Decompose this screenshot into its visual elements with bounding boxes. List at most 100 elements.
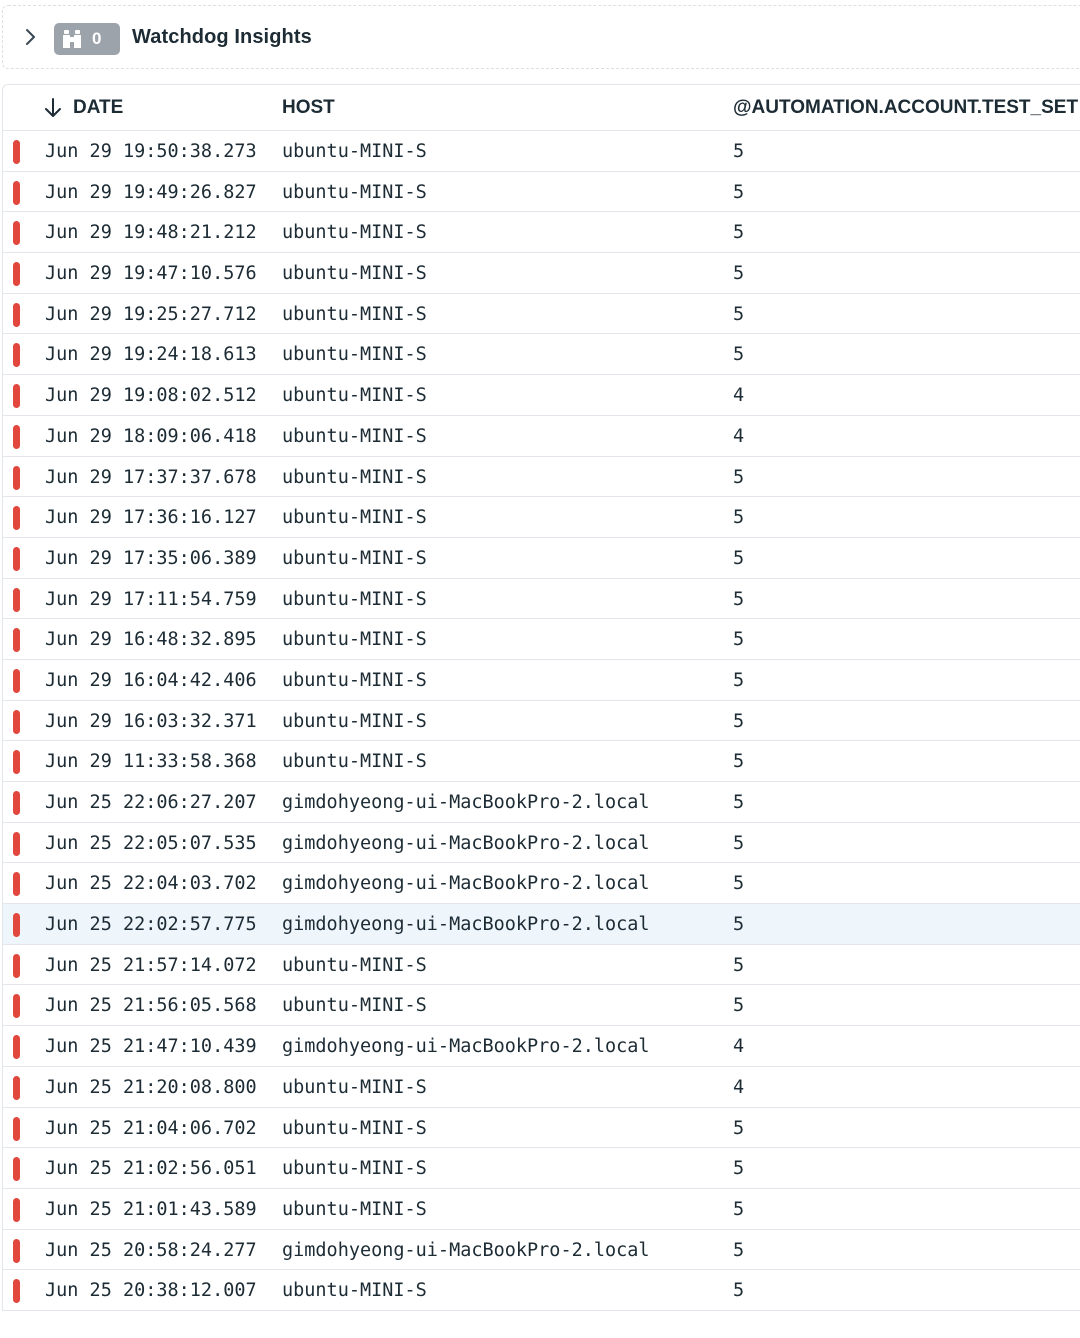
table-row[interactable]: Jun 29 16:48:32.895 ubuntu-MINI-S 5: [3, 619, 1080, 660]
cell-date: Jun 25 21:57:14.072: [45, 954, 257, 976]
cell-host: ubuntu-MINI-S: [282, 547, 427, 569]
table-row[interactable]: Jun 25 22:05:07.535 gimdohyeong-ui-MacBoo…: [3, 823, 1080, 864]
status-error-indicator: [13, 1197, 20, 1222]
column-header-host[interactable]: HOST: [282, 97, 335, 119]
watchdog-insights-bar[interactable]: 0 Watchdog Insights: [2, 5, 1080, 69]
table-row[interactable]: Jun 25 20:38:12.007 ubuntu-MINI-S 5: [3, 1270, 1080, 1311]
status-error-indicator: [13, 302, 20, 327]
cell-test-set: 4: [733, 385, 745, 407]
table-row[interactable]: Jun 25 21:01:43.589 ubuntu-MINI-S 5: [3, 1189, 1080, 1230]
table-row[interactable]: Jun 29 19:25:27.712 ubuntu-MINI-S 5: [3, 294, 1080, 335]
cell-host: ubuntu-MINI-S: [282, 141, 427, 162]
table-row[interactable]: Jun 29 18:09:06.418 ubuntu-MINI-S 4: [3, 416, 1080, 457]
cell-test-set: 5: [733, 141, 745, 162]
cell-host: ubuntu-MINI-S: [282, 995, 427, 1017]
status-error-indicator: [13, 1279, 20, 1304]
cell-date: Jun 29 19:48:21.212: [45, 222, 257, 244]
table-row[interactable]: Jun 29 17:36:16.127 ubuntu-MINI-S 5: [3, 497, 1080, 538]
cell-host: gimdohyeong-ui-MacBookPro-2.local: [282, 1239, 650, 1261]
status-error-indicator: [13, 384, 20, 409]
table-row[interactable]: Jun 25 21:56:05.568 ubuntu-MINI-S 5: [3, 985, 1080, 1027]
cell-host: ubuntu-MINI-S: [282, 954, 427, 976]
chevron-right-icon[interactable]: [20, 27, 40, 47]
cell-test-set: 5: [733, 303, 745, 325]
cell-test-set: 5: [733, 1117, 745, 1139]
table-row[interactable]: Jun 29 11:33:58.368 ubuntu-MINI-S 5: [3, 741, 1080, 782]
status-error-indicator: [13, 709, 20, 734]
status-error-indicator: [13, 262, 20, 287]
table-row[interactable]: Jun 25 21:02:56.051 ubuntu-MINI-S 5: [3, 1148, 1080, 1189]
status-error-indicator: [13, 1238, 20, 1263]
cell-date: Jun 25 21:02:56.051: [45, 1158, 257, 1180]
table-row[interactable]: Jun 29 19:08:02.512 ubuntu-MINI-S 4: [3, 375, 1080, 416]
cell-host: ubuntu-MINI-S: [282, 303, 427, 325]
status-error-indicator: [13, 994, 20, 1019]
column-header-date[interactable]: DATE: [43, 97, 123, 119]
table-row[interactable]: Jun 25 22:02:57.775 gimdohyeong-ui-MacBoo…: [3, 904, 1080, 945]
table-row[interactable]: Jun 29 19:24:18.613 ubuntu-MINI-S 5: [3, 334, 1080, 376]
cell-date: Jun 29 18:09:06.418: [45, 425, 257, 447]
cell-host: ubuntu-MINI-S: [282, 222, 427, 244]
column-header-test-set[interactable]: @AUTOMATION.ACCOUNT.TEST_SET: [733, 97, 1078, 119]
table-row[interactable]: Jun 29 19:48:21.212 ubuntu-MINI-S 5: [3, 212, 1080, 254]
table-row[interactable]: Jun 29 16:04:42.406 ubuntu-MINI-S 5: [3, 660, 1080, 701]
cell-test-set: 5: [733, 914, 745, 936]
status-error-indicator: [13, 668, 20, 693]
cell-test-set: 5: [733, 344, 745, 366]
cell-host: ubuntu-MINI-S: [282, 181, 427, 203]
status-error-indicator: [13, 506, 20, 531]
table-row[interactable]: Jun 25 21:20:08.800 ubuntu-MINI-S 4: [3, 1067, 1080, 1108]
insights-title: Watchdog Insights: [132, 26, 312, 48]
table-row[interactable]: Jun 29 19:50:38.273 ubuntu-MINI-S 5: [3, 131, 1080, 172]
status-error-indicator: [13, 140, 20, 164]
cell-test-set: 5: [733, 1198, 745, 1220]
table-row[interactable]: Jun 25 21:57:14.072 ubuntu-MINI-S 5: [3, 945, 1080, 986]
insights-count-badge[interactable]: 0: [54, 23, 120, 55]
status-error-indicator: [13, 221, 20, 246]
cell-date: Jun 25 22:05:07.535: [45, 832, 257, 854]
cell-test-set: 5: [733, 507, 745, 529]
cell-date: Jun 29 19:47:10.576: [45, 263, 257, 285]
log-table: DATE HOST @AUTOMATION.ACCOUNT.TEST_SET J…: [2, 84, 1080, 1311]
table-row[interactable]: Jun 29 19:49:26.827 ubuntu-MINI-S 5: [3, 172, 1080, 213]
status-error-indicator: [13, 953, 20, 978]
status-error-indicator: [13, 343, 20, 368]
status-error-indicator: [13, 872, 20, 897]
cell-test-set: 5: [733, 466, 745, 488]
cell-host: ubuntu-MINI-S: [282, 1198, 427, 1220]
status-error-indicator: [13, 913, 20, 938]
cell-date: Jun 29 11:33:58.368: [45, 751, 257, 773]
cell-date: Jun 25 21:56:05.568: [45, 995, 257, 1017]
cell-date: Jun 29 19:50:38.273: [45, 141, 257, 162]
cell-date: Jun 29 19:24:18.613: [45, 344, 257, 366]
cell-host: ubuntu-MINI-S: [282, 385, 427, 407]
table-header: DATE HOST @AUTOMATION.ACCOUNT.TEST_SET: [3, 85, 1080, 131]
cell-date: Jun 29 17:35:06.389: [45, 547, 257, 569]
table-row[interactable]: Jun 29 17:37:37.678 ubuntu-MINI-S 5: [3, 457, 1080, 498]
cell-date: Jun 25 21:01:43.589: [45, 1198, 257, 1220]
cell-test-set: 5: [733, 873, 745, 895]
cell-host: ubuntu-MINI-S: [282, 669, 427, 691]
cell-host: ubuntu-MINI-S: [282, 344, 427, 366]
cell-test-set: 5: [733, 1158, 745, 1180]
table-row[interactable]: Jun 25 21:04:06.702 ubuntu-MINI-S 5: [3, 1108, 1080, 1149]
cell-date: Jun 25 20:58:24.277: [45, 1239, 257, 1261]
cell-host: ubuntu-MINI-S: [282, 710, 427, 732]
cell-host: ubuntu-MINI-S: [282, 629, 427, 651]
table-row[interactable]: Jun 29 16:03:32.371 ubuntu-MINI-S 5: [3, 701, 1080, 742]
table-row[interactable]: Jun 25 22:06:27.207 gimdohyeong-ui-MacBoo…: [3, 782, 1080, 823]
cell-host: gimdohyeong-ui-MacBookPro-2.local: [282, 873, 650, 895]
status-error-indicator: [13, 1157, 20, 1182]
cell-test-set: 4: [733, 1036, 745, 1058]
table-row[interactable]: Jun 25 21:47:10.439 gimdohyeong-ui-MacBoo…: [3, 1026, 1080, 1067]
table-row[interactable]: Jun 29 17:35:06.389 ubuntu-MINI-S 5: [3, 538, 1080, 579]
cell-date: Jun 29 16:03:32.371: [45, 710, 257, 732]
table-row[interactable]: Jun 29 17:11:54.759 ubuntu-MINI-S 5: [3, 579, 1080, 620]
cell-test-set: 5: [733, 995, 745, 1017]
table-row[interactable]: Jun 25 20:58:24.277 gimdohyeong-ui-MacBoo…: [3, 1230, 1080, 1271]
table-row[interactable]: Jun 25 22:04:03.702 gimdohyeong-ui-MacBoo…: [3, 863, 1080, 905]
column-header-date-label: DATE: [73, 97, 124, 118]
arrow-down-icon[interactable]: [43, 97, 63, 119]
table-row[interactable]: Jun 29 19:47:10.576 ubuntu-MINI-S 5: [3, 253, 1080, 294]
cell-host: ubuntu-MINI-S: [282, 466, 427, 488]
